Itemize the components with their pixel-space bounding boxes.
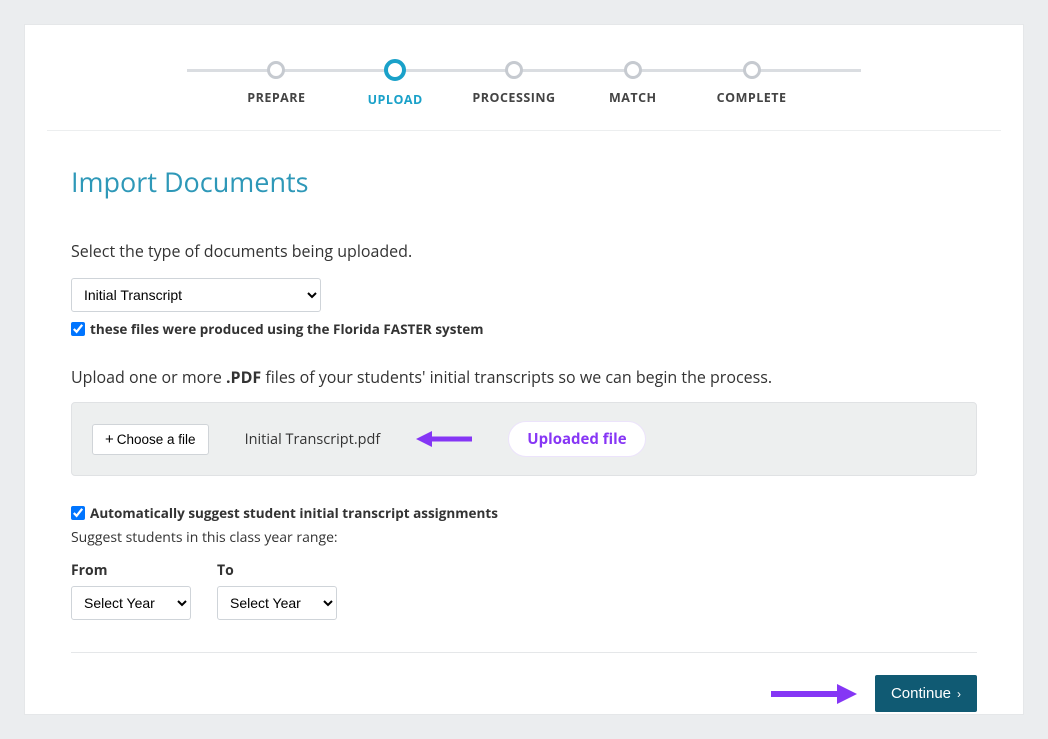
choose-file-button[interactable]: + Choose a file (92, 424, 209, 455)
faster-checkbox-label: these files were produced using the Flor… (90, 320, 484, 338)
plus-icon: + (105, 432, 114, 447)
faster-checkbox-row[interactable]: these files were produced using the Flor… (71, 320, 977, 338)
step-complete[interactable]: COMPLETE (692, 61, 811, 108)
upload-zone: + Choose a file Initial Transcript.pdf U… (71, 402, 977, 476)
year-range-hint: Suggest students in this class year rang… (71, 528, 977, 547)
upload-prompt-prefix: Upload one or more (71, 366, 226, 388)
upload-prompt-bold: .PDF (226, 366, 261, 388)
year-from-col: From Select Year (71, 561, 191, 620)
step-label: PROCESSING (472, 89, 555, 106)
uploaded-filename: Initial Transcript.pdf (245, 430, 381, 449)
continue-button[interactable]: Continue › (875, 675, 977, 712)
step-dot-icon (505, 61, 523, 79)
doc-type-select[interactable]: Initial Transcript (71, 278, 321, 312)
step-processing[interactable]: PROCESSING (455, 61, 574, 108)
year-range-row: From Select Year To Select Year (71, 561, 977, 620)
year-to-label: To (217, 561, 337, 580)
step-label: UPLOAD (368, 91, 423, 108)
annotation-arrow-icon (416, 428, 472, 450)
step-label: MATCH (609, 89, 657, 106)
auto-suggest-checkbox[interactable] (71, 506, 85, 520)
step-dot-icon (624, 61, 642, 79)
year-to-col: To Select Year (217, 561, 337, 620)
stepper: PREPARE UPLOAD PROCESSING MATCH COMPLETE (47, 25, 1001, 131)
continue-label: Continue (891, 685, 951, 702)
chevron-right-icon: › (957, 687, 961, 701)
card: PREPARE UPLOAD PROCESSING MATCH COMPLETE… (24, 24, 1024, 715)
stepper-steps: PREPARE UPLOAD PROCESSING MATCH COMPLETE (47, 61, 1001, 108)
step-label: PREPARE (247, 89, 305, 106)
upload-prompt: Upload one or more .PDF files of your st… (71, 366, 977, 388)
doc-type-prompt: Select the type of documents being uploa… (71, 240, 977, 262)
content: Import Documents Select the type of docu… (25, 131, 1023, 715)
continue-annotation-arrow-icon (771, 681, 857, 707)
step-dot-icon (743, 61, 761, 79)
step-upload[interactable]: UPLOAD (336, 61, 455, 108)
auto-suggest-label: Automatically suggest student initial tr… (90, 504, 498, 522)
step-dot-icon (384, 59, 406, 81)
step-match[interactable]: MATCH (573, 61, 692, 108)
uploaded-file-badge: Uploaded file (508, 421, 645, 457)
faster-checkbox[interactable] (71, 322, 85, 336)
step-label: COMPLETE (717, 89, 787, 106)
upload-prompt-suffix: files of your students' initial transcri… (261, 366, 772, 388)
year-from-label: From (71, 561, 191, 580)
auto-suggest-section: Automatically suggest student initial tr… (71, 504, 977, 620)
year-to-select[interactable]: Select Year (217, 586, 337, 620)
auto-suggest-checkbox-row[interactable]: Automatically suggest student initial tr… (71, 504, 977, 522)
step-prepare[interactable]: PREPARE (217, 61, 336, 108)
year-from-select[interactable]: Select Year (71, 586, 191, 620)
page-title: Import Documents (71, 163, 977, 200)
footer: Continue › (71, 653, 977, 712)
choose-file-label: Choose a file (117, 432, 196, 447)
step-dot-icon (267, 61, 285, 79)
